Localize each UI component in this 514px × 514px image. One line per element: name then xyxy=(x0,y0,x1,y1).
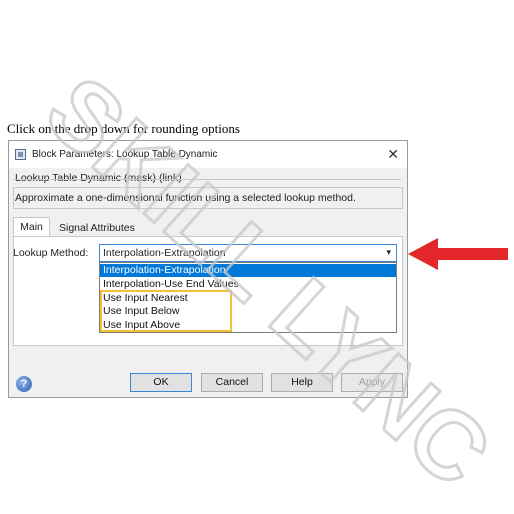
chevron-down-icon[interactable]: ▾ xyxy=(386,247,391,258)
ok-button[interactable]: OK xyxy=(130,373,192,392)
option-interpolation-extrapolation[interactable]: Interpolation-Extrapolation xyxy=(100,264,396,277)
mask-group-label: Lookup Table Dynamic (mask) (link) xyxy=(15,172,182,184)
tab-main[interactable]: Main xyxy=(13,217,50,237)
tab-signal-attributes[interactable]: Signal Attributes xyxy=(59,220,135,237)
block-parameters-dialog: Block Parameters: Lookup Table Dynamic ✕… xyxy=(8,140,408,398)
help-icon[interactable]: ? xyxy=(16,376,32,392)
cancel-button[interactable]: Cancel xyxy=(201,373,263,392)
lookup-method-value: Interpolation-Extrapolation xyxy=(103,247,226,259)
help-button[interactable]: Help xyxy=(271,373,333,392)
rounding-options-highlight xyxy=(100,290,232,332)
app-icon xyxy=(15,149,26,160)
apply-button[interactable]: Apply xyxy=(341,373,403,392)
description-text: Approximate a one-dimensional function u… xyxy=(15,192,356,204)
lookup-method-label: Lookup Method: xyxy=(13,247,89,259)
title-bar: Block Parameters: Lookup Table Dynamic ✕ xyxy=(9,141,407,168)
lookup-method-dropdown[interactable]: Interpolation-Extrapolation ▾ xyxy=(99,244,397,262)
red-arrow-icon xyxy=(408,238,508,270)
group-divider xyxy=(13,179,401,180)
dialog-title: Block Parameters: Lookup Table Dynamic xyxy=(32,149,218,160)
instruction-caption: Click on the drop down for rounding opti… xyxy=(7,121,240,136)
close-icon[interactable]: ✕ xyxy=(387,146,399,163)
